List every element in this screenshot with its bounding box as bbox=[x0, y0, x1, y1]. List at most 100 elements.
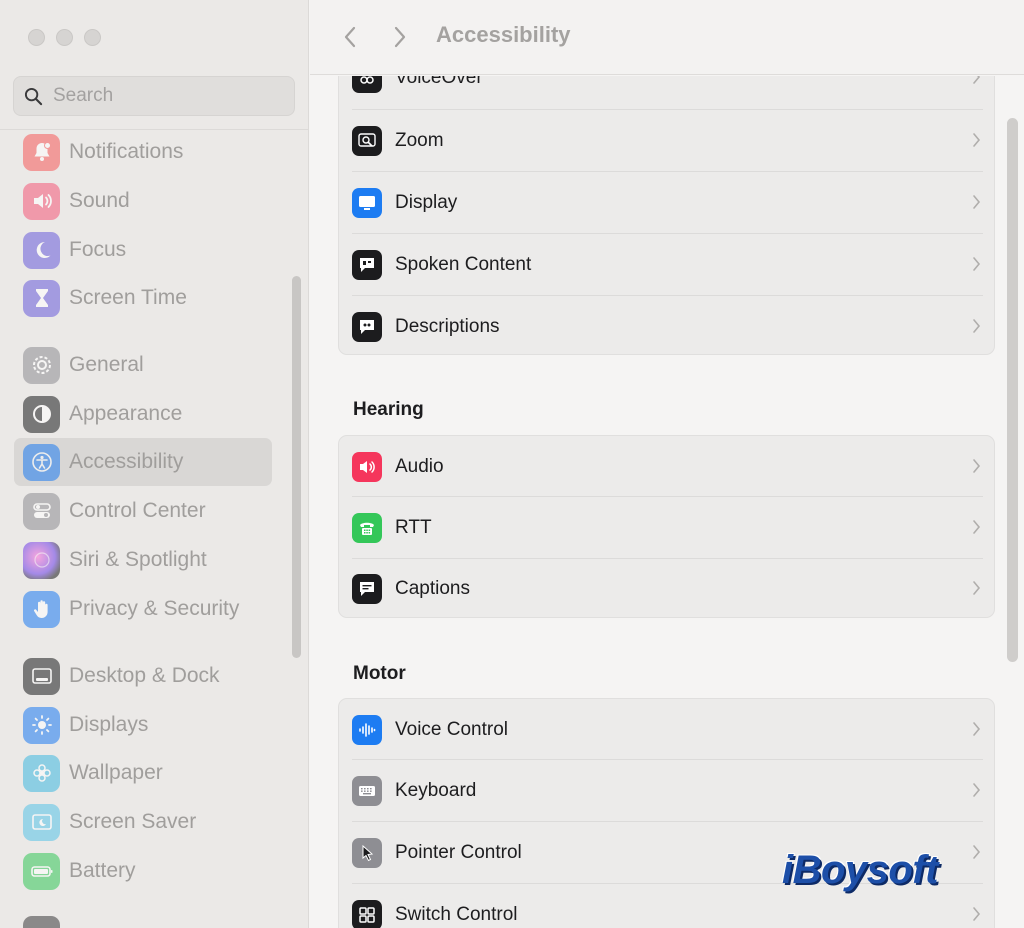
zoom-window-button[interactable] bbox=[84, 29, 101, 46]
switch-control-icon bbox=[352, 900, 382, 928]
speaker-icon bbox=[23, 182, 60, 220]
sidebar-item-label: Control Center bbox=[69, 499, 206, 522]
sidebar-item-displays[interactable]: Displays bbox=[14, 701, 272, 749]
screensaver-icon bbox=[23, 803, 60, 841]
sidebar-item-label: Sound bbox=[69, 189, 130, 212]
flower-icon bbox=[23, 754, 60, 792]
pointer-icon bbox=[352, 838, 382, 868]
row-rtt[interactable]: RTT bbox=[339, 497, 996, 559]
chevron-right-icon bbox=[973, 722, 981, 736]
row-spoken-content[interactable]: Spoken Content bbox=[339, 234, 996, 296]
sidebar-item-battery[interactable]: Battery bbox=[14, 847, 272, 895]
sidebar-item-siri-spotlight[interactable]: Siri & Spotlight bbox=[14, 536, 272, 584]
row-label: Zoom bbox=[395, 130, 444, 151]
window-controls bbox=[28, 29, 101, 46]
spoken-content-icon bbox=[352, 250, 382, 280]
row-label: Voice Control bbox=[395, 719, 509, 740]
toggles-icon bbox=[23, 492, 60, 530]
sidebar-item-desktop-dock[interactable]: Desktop & Dock bbox=[14, 652, 272, 700]
sidebar-item-focus[interactable]: Focus bbox=[14, 226, 272, 274]
sidebar-item-label: Privacy & Security bbox=[69, 597, 240, 620]
captions-icon bbox=[352, 574, 382, 604]
chevron-right-icon bbox=[394, 26, 406, 48]
row-label: Captions bbox=[395, 578, 470, 599]
row-label: Pointer Control bbox=[395, 842, 522, 863]
row-display[interactable]: Display bbox=[339, 172, 996, 234]
sidebar-scrollbar[interactable] bbox=[292, 276, 301, 658]
chevron-right-icon bbox=[973, 133, 981, 147]
row-descriptions[interactable]: Descriptions bbox=[339, 296, 996, 358]
sidebar-item-label: General bbox=[69, 353, 144, 376]
row-label: Switch Control bbox=[395, 904, 518, 925]
appearance-icon bbox=[23, 395, 60, 433]
hearing-group: Audio RTT Captions bbox=[338, 435, 995, 618]
sidebar-item-wallpaper[interactable]: Wallpaper bbox=[14, 749, 272, 797]
sidebar-item-next[interactable] bbox=[14, 910, 272, 928]
chevron-right-icon bbox=[973, 257, 981, 271]
sidebar-item-control-center[interactable]: Control Center bbox=[14, 487, 272, 535]
sidebar-item-label: Focus bbox=[69, 238, 127, 261]
sidebar-item-general[interactable]: General bbox=[14, 341, 272, 389]
settings-content: VoiceOver Zoom Display Spoken Content De… bbox=[310, 76, 1024, 928]
lock-icon bbox=[23, 915, 60, 928]
moon-icon bbox=[23, 231, 60, 269]
bell-icon bbox=[23, 133, 60, 171]
chevron-right-icon bbox=[973, 907, 981, 921]
zoom-icon bbox=[352, 126, 382, 156]
sidebar-item-label: Desktop & Dock bbox=[69, 664, 220, 687]
row-label: Keyboard bbox=[395, 780, 477, 801]
search-input[interactable] bbox=[53, 85, 283, 107]
page-title: Accessibility bbox=[436, 22, 571, 47]
sidebar-item-privacy-security[interactable]: Privacy & Security bbox=[14, 585, 272, 633]
sidebar-item-label: Battery bbox=[69, 859, 136, 882]
close-window-button[interactable] bbox=[28, 29, 45, 46]
sidebar-item-label: Siri & Spotlight bbox=[69, 548, 207, 571]
battery-icon bbox=[23, 852, 60, 890]
chevron-right-icon bbox=[973, 845, 981, 859]
row-keyboard[interactable]: Keyboard bbox=[339, 760, 996, 822]
sidebar-item-label: Wallpaper bbox=[69, 761, 163, 784]
sidebar-item-screen-time[interactable]: Screen Time bbox=[14, 274, 272, 322]
forward-button[interactable] bbox=[388, 24, 412, 50]
sidebar-item-accessibility[interactable]: Accessibility bbox=[14, 438, 272, 486]
accessibility-icon bbox=[23, 443, 60, 481]
chevron-right-icon bbox=[973, 319, 981, 333]
row-captions[interactable]: Captions bbox=[339, 558, 996, 620]
back-button[interactable] bbox=[338, 24, 362, 50]
hourglass-icon bbox=[23, 279, 60, 317]
sidebar: Notifications Sound Focus Screen Time Ge… bbox=[0, 0, 309, 928]
row-label: RTT bbox=[395, 517, 432, 538]
voiceover-icon bbox=[352, 76, 382, 93]
row-audio[interactable]: Audio bbox=[339, 436, 996, 498]
row-label: VoiceOver bbox=[395, 76, 483, 88]
gear-icon bbox=[23, 346, 60, 384]
chevron-right-icon bbox=[973, 783, 981, 797]
chevron-right-icon bbox=[973, 581, 981, 595]
chevron-left-icon bbox=[344, 26, 356, 48]
chevron-right-icon bbox=[973, 459, 981, 473]
search-icon bbox=[24, 87, 43, 105]
sidebar-item-screen-saver[interactable]: Screen Saver bbox=[14, 798, 272, 846]
section-title-hearing: Hearing bbox=[353, 399, 424, 420]
chevron-right-icon bbox=[973, 195, 981, 209]
sidebar-item-appearance[interactable]: Appearance bbox=[14, 390, 272, 438]
sidebar-item-label: Screen Saver bbox=[69, 810, 197, 833]
motor-group: Voice Control Keyboard Pointer Control S… bbox=[338, 698, 995, 928]
sidebar-item-sound[interactable]: Sound bbox=[14, 177, 272, 225]
sun-icon bbox=[23, 706, 60, 744]
rtt-icon bbox=[352, 513, 382, 543]
row-voiceover[interactable]: VoiceOver bbox=[339, 76, 996, 109]
minimize-window-button[interactable] bbox=[56, 29, 73, 46]
row-label: Display bbox=[395, 192, 458, 213]
vision-group: VoiceOver Zoom Display Spoken Content De… bbox=[338, 76, 995, 355]
descriptions-icon bbox=[352, 312, 382, 342]
row-zoom[interactable]: Zoom bbox=[339, 110, 996, 172]
row-label: Spoken Content bbox=[395, 254, 532, 275]
voice-control-icon bbox=[352, 715, 382, 745]
sidebar-item-label: Notifications bbox=[69, 140, 184, 163]
row-voice-control[interactable]: Voice Control bbox=[339, 699, 996, 761]
search-field[interactable] bbox=[13, 76, 295, 116]
sidebar-item-notifications[interactable]: Notifications bbox=[14, 128, 272, 176]
content-scrollbar[interactable] bbox=[1007, 118, 1018, 662]
section-title-motor: Motor bbox=[353, 663, 406, 684]
